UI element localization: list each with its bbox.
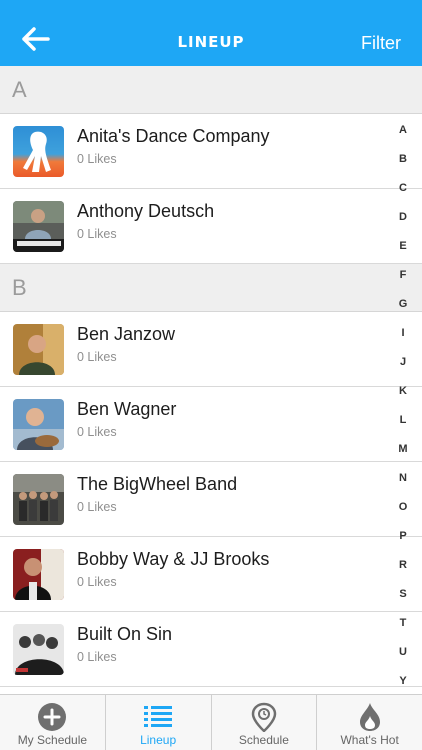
artist-thumbnail	[13, 324, 64, 375]
index-letter[interactable]: P	[388, 530, 418, 542]
tab-bar: My Schedule Lineup Schedule What's Hot	[0, 694, 422, 750]
alphabet-index[interactable]: A B C D E F G I J K L M N O P R S T U Y	[388, 66, 422, 694]
artist-thumbnail	[13, 549, 64, 600]
artist-likes: 0 Likes	[77, 425, 117, 439]
top-bar: LINEUP Filter	[0, 0, 422, 66]
index-letter[interactable]: G	[388, 298, 418, 310]
index-letter[interactable]: C	[388, 182, 418, 194]
index-letter[interactable]: I	[388, 327, 418, 339]
index-letter[interactable]: U	[388, 646, 418, 658]
artist-thumbnail	[13, 474, 64, 525]
artist-likes: 0 Likes	[77, 650, 117, 664]
list-item[interactable]: Anita's Dance Company 0 Likes	[0, 114, 422, 189]
index-letter[interactable]: J	[388, 356, 418, 368]
artist-thumbnail	[13, 126, 64, 177]
index-letter[interactable]: L	[388, 414, 418, 426]
artist-thumbnail	[13, 399, 64, 450]
artist-name: The BigWheel Band	[77, 474, 238, 494]
index-letter[interactable]: N	[388, 472, 418, 484]
artist-thumbnail	[13, 201, 64, 252]
artist-name: Anthony Deutsch	[77, 201, 215, 221]
map-pin-icon	[251, 702, 277, 732]
page-title: LINEUP	[177, 33, 245, 51]
index-letter[interactable]: T	[388, 617, 418, 629]
tab-label: Lineup	[140, 733, 177, 747]
artist-name: Built On Sin	[77, 624, 173, 644]
list-item[interactable]: Anthony Deutsch 0 Likes	[0, 189, 422, 264]
index-letter[interactable]: Y	[388, 675, 418, 687]
tab-my-schedule[interactable]: My Schedule	[0, 695, 106, 750]
artist-likes: 0 Likes	[77, 152, 117, 166]
tab-label: Schedule	[238, 733, 289, 747]
index-letter[interactable]: K	[388, 385, 418, 397]
index-letter[interactable]: S	[388, 588, 418, 600]
index-letter[interactable]: E	[388, 240, 418, 252]
filter-button[interactable]: Filter	[361, 33, 401, 54]
artist-name: Ben Wagner	[77, 399, 177, 419]
artist-name: Bobby Way & JJ Brooks	[77, 549, 270, 569]
index-letter[interactable]: A	[388, 124, 418, 136]
artist-likes: 0 Likes	[77, 500, 117, 514]
artist-name: Ben Janzow	[77, 324, 176, 344]
lineup-list[interactable]: A Anita's Dance Company 0 Likes Anthony …	[0, 66, 422, 694]
flame-icon	[359, 703, 380, 731]
list-icon	[144, 706, 173, 727]
list-item[interactable]: Ben Wagner 0 Likes	[0, 387, 422, 462]
tab-whats-hot[interactable]: What's Hot	[317, 695, 422, 750]
tab-lineup[interactable]: Lineup	[106, 695, 212, 750]
artist-name: Anita's Dance Company	[77, 126, 270, 146]
artist-likes: 0 Likes	[77, 575, 117, 589]
list-item[interactable]: Built On Sin 0 Likes	[0, 612, 422, 687]
index-letter[interactable]: F	[388, 269, 418, 281]
section-header-a: A	[0, 66, 422, 114]
artist-likes: 0 Likes	[77, 227, 117, 241]
list-item[interactable]: The BigWheel Band 0 Likes	[0, 462, 422, 537]
artist-thumbnail	[13, 624, 64, 675]
artist-likes: 0 Likes	[77, 350, 117, 364]
index-letter[interactable]: M	[388, 443, 418, 455]
tab-label: What's Hot	[340, 733, 399, 747]
index-letter[interactable]: R	[388, 559, 418, 571]
index-letter[interactable]: B	[388, 153, 418, 165]
plus-circle-icon	[38, 703, 67, 731]
section-header-b: B	[0, 264, 422, 312]
index-letter[interactable]: O	[388, 501, 418, 513]
tab-label: My Schedule	[17, 733, 88, 747]
tab-schedule[interactable]: Schedule	[212, 695, 318, 750]
index-letter[interactable]: D	[388, 211, 418, 223]
list-item[interactable]: Bobby Way & JJ Brooks 0 Likes	[0, 537, 422, 612]
list-item[interactable]: Ben Janzow 0 Likes	[0, 312, 422, 387]
